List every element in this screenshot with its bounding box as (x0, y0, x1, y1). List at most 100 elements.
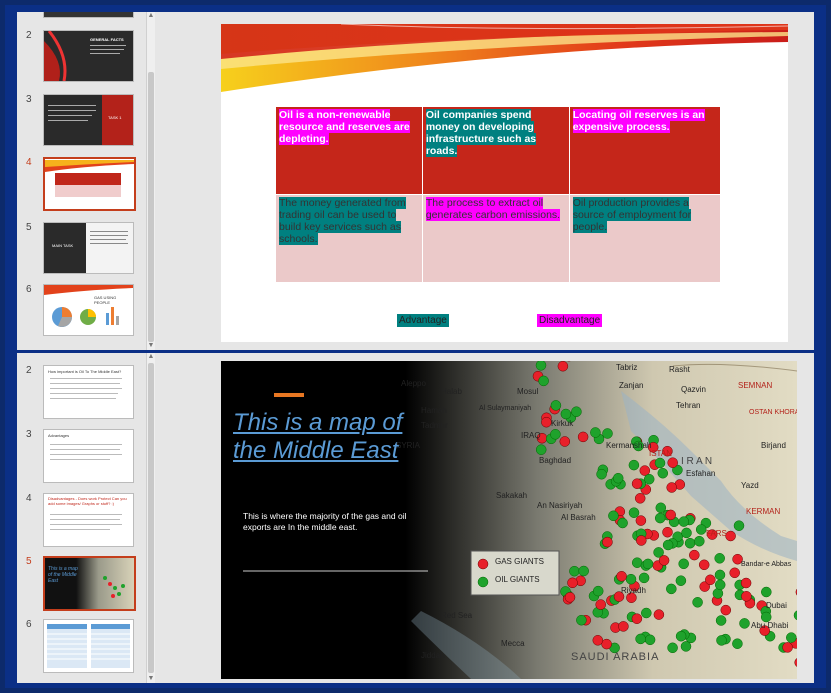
oil-giant-marker (733, 520, 745, 531)
thumb-title: How important is Oil To The Middle East? (48, 369, 122, 374)
slide-number: 4 (26, 157, 32, 168)
gas-giant-marker (635, 515, 647, 526)
scroll-up-icon[interactable]: ▲ (147, 12, 155, 20)
oil-giant-marker (592, 585, 604, 597)
oil-giant-marker (644, 634, 656, 646)
slide-body-text: This is where the majority of the gas an… (243, 511, 407, 532)
red-swoosh-banner (221, 24, 788, 92)
gas-giant-marker (740, 577, 752, 589)
scrollbar-thumb[interactable] (148, 72, 154, 342)
oil-giant-marker (625, 573, 637, 585)
map-place-label: Birjand (761, 441, 786, 450)
oil-giant-marker (578, 565, 589, 577)
oil-giant-marker (786, 632, 797, 643)
map-place-label: Baghdad (539, 456, 572, 465)
oil-giant-marker (667, 642, 678, 654)
table-cell[interactable]: The process to extract oil generates car… (421, 194, 570, 283)
oil-giant-marker (714, 569, 726, 581)
slide-thumbnail-pane[interactable]: 2 How important is Oil To The Middle Eas… (17, 353, 147, 683)
oil-giant-marker (628, 459, 640, 471)
table-cell[interactable]: Locating oil reserves is an expensive pr… (568, 106, 722, 195)
slide-number: 6 (26, 619, 32, 630)
slide-thumb-2[interactable]: GENERAL FACTS (43, 30, 134, 82)
slide-thumb-6[interactable]: GAS USING PEOPLE (43, 284, 134, 336)
thumb-title: GAS USING PEOPLE (94, 295, 117, 305)
table-cell[interactable]: Oil companies spend money on developing … (421, 106, 570, 195)
powerpoint-window-top: 2 GENERAL FACTS 3 TASK 1 4 5 MAIN TASK 6… (17, 12, 814, 350)
gas-giant-marker (636, 535, 647, 546)
map-place-label: Qazvin (681, 385, 706, 394)
map-place-label: Al Sulaymaniyah (479, 405, 532, 412)
map-place-label: Riyadh (621, 586, 646, 595)
map-place-label: Tadmur (421, 421, 448, 430)
oil-giant-marker (550, 429, 561, 440)
slide-thumb-4[interactable]: Disadvantages - Does work Protect Can yo… (43, 493, 134, 547)
gas-giant-marker (634, 493, 646, 504)
oil-giant-marker (550, 400, 562, 411)
map-place-label: Esfahan (686, 469, 716, 478)
oil-giant-marker (535, 444, 547, 455)
gas-giant-marker (631, 613, 643, 624)
gas-giant-marker (559, 436, 571, 447)
gas-giant-marker (541, 416, 552, 428)
map-place-label: Yazd (741, 481, 759, 490)
oil-giant-marker (694, 535, 705, 547)
map-place-label: Zanjan (619, 381, 644, 390)
slide-5-canvas[interactable]: GAS GIANTS OIL GIANTS This is a map of t… (221, 361, 797, 679)
map-place-label: IRAQ (521, 431, 541, 440)
gas-giant-marker (618, 621, 629, 632)
gas-giant-marker (689, 549, 700, 561)
map-place-label: An Nasiriyah (537, 501, 583, 510)
thumbnail-scrollbar[interactable]: ▲ ▼ (146, 12, 155, 350)
oil-giant-marker (715, 615, 727, 626)
thumbnail-scrollbar[interactable]: ▲ ▼ (146, 353, 155, 683)
scroll-down-icon[interactable]: ▼ (147, 342, 155, 350)
slide-thumb-3[interactable]: TASK 1 (43, 94, 134, 146)
slide-thumb-1-partial[interactable] (43, 12, 134, 18)
map-place-label: Sakakah (496, 491, 528, 500)
slide-title: This is a map of the Middle East (233, 409, 403, 464)
map-place-label: SYRIA (396, 441, 421, 450)
map-place-label: FARS (706, 529, 727, 538)
scroll-down-icon[interactable]: ▼ (147, 675, 155, 683)
oil-giant-marker (638, 572, 650, 584)
map-place-label: Tabriz (616, 363, 638, 372)
slide-thumb-6[interactable] (43, 619, 134, 673)
gas-giant-marker (564, 592, 576, 603)
oil-giant-marker (654, 512, 666, 524)
oil-giant-marker (571, 406, 582, 417)
thumb-title: Disadvantages - Does work Protect Can yo… (48, 496, 127, 506)
oil-giant-marker (617, 517, 628, 529)
table-cell[interactable]: The money generated from trading oil can… (275, 194, 423, 283)
oil-giant-marker (692, 597, 703, 608)
slide-thumbnail-pane[interactable]: 2 GENERAL FACTS 3 TASK 1 4 5 MAIN TASK 6… (17, 12, 147, 350)
oil-giant-marker (641, 607, 652, 619)
legend-oil-giants: OIL GIANTS (495, 575, 540, 584)
slide-number: 4 (26, 493, 32, 504)
gas-giant-marker (616, 571, 627, 582)
slide-thumb-5[interactable]: MAIN TASK (43, 222, 134, 274)
slide-thumb-5-selected[interactable]: This is a map of the Middle East (43, 556, 136, 611)
table-cell[interactable]: Oil production provides a source of empl… (568, 194, 722, 283)
oil-giant-marker (596, 468, 607, 480)
oil-giant-marker (739, 618, 750, 629)
oil-giant-marker (662, 539, 674, 551)
map-place-label: Jiddah (421, 651, 445, 660)
gas-giant-marker (595, 599, 606, 610)
oil-giant-marker (695, 524, 707, 535)
table-cell[interactable]: Oil is a non-renewable resource and rese… (275, 106, 423, 195)
slide-thumb-4-selected[interactable] (43, 157, 136, 211)
scrollbar-thumb[interactable] (148, 363, 154, 673)
map-place-label: KERMAN (746, 507, 781, 516)
oil-giant-marker (628, 507, 640, 518)
map-place-label: Hamah (421, 406, 447, 415)
slide-4-canvas[interactable]: Oil is a non-renewable resource and rese… (221, 24, 788, 342)
scroll-up-icon[interactable]: ▲ (147, 353, 155, 361)
advantages-table[interactable]: Oil is a non-renewable resource and rese… (275, 106, 722, 283)
slide-thumb-2[interactable]: How important is Oil To The Middle East? (43, 365, 134, 419)
map-place-label: SAUDI ARABIA (571, 651, 660, 663)
oil-giant-marker (635, 633, 646, 645)
slide-thumb-3[interactable]: Advantages (43, 429, 134, 483)
map-place-label: OSTAN KHORASAN (749, 409, 797, 416)
gas-giant-marker (698, 559, 710, 571)
